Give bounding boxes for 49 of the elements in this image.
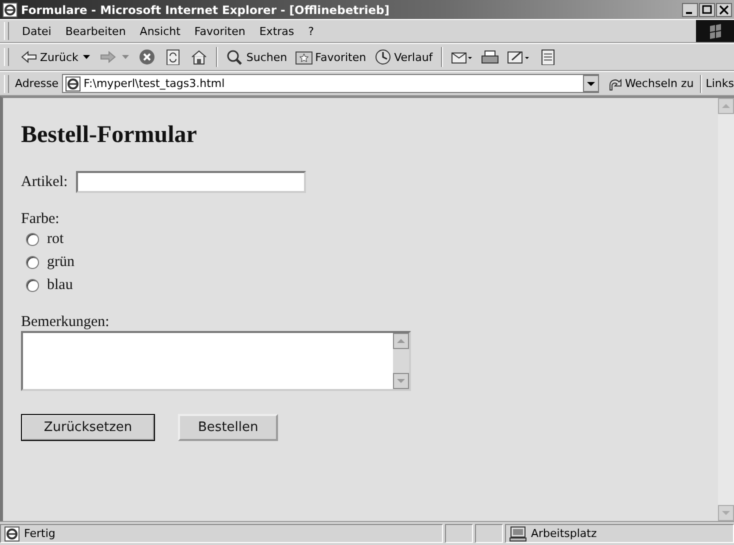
page-heading: Bestell-Formular xyxy=(21,122,198,149)
form-button[interactable]: Bestellen xyxy=(178,414,278,441)
menu-item[interactable]: ? xyxy=(301,24,321,38)
links-button[interactable]: Links xyxy=(706,77,734,90)
radio-button[interactable] xyxy=(26,256,39,269)
menu-item[interactable]: Bearbeiten xyxy=(58,24,133,38)
clock-icon xyxy=(374,49,392,65)
menu-item[interactable]: Extras xyxy=(252,24,302,38)
status-panel xyxy=(445,524,473,543)
refresh-icon[interactable] xyxy=(164,49,182,65)
field-label: Artikel: xyxy=(21,174,68,190)
toolbar-button[interactable]: Zurück xyxy=(17,49,82,65)
maximize-button[interactable] xyxy=(699,2,715,16)
text-area[interactable] xyxy=(21,331,411,391)
status-panel xyxy=(475,524,503,543)
home-icon[interactable] xyxy=(190,49,208,65)
menu-item[interactable]: Favoriten xyxy=(187,24,252,38)
radio-button[interactable] xyxy=(26,279,39,292)
go-button[interactable]: Wechseln zu xyxy=(606,76,694,92)
menu-item[interactable]: Ansicht xyxy=(132,24,188,38)
document-icon[interactable] xyxy=(538,49,557,65)
toolbar-button[interactable]: Favoriten xyxy=(292,49,370,65)
page-icon xyxy=(4,526,20,542)
radio-label: grün xyxy=(47,254,74,271)
radio-button[interactable] xyxy=(26,233,39,246)
stop-icon[interactable] xyxy=(138,49,156,65)
toolbar-button[interactable]: Verlauf xyxy=(371,49,436,65)
field-label: Farbe: xyxy=(21,211,60,228)
menu-item[interactable]: Datei xyxy=(15,24,58,38)
printer-icon[interactable] xyxy=(480,49,499,65)
address-field[interactable]: F:\myperl\test_tags3.html xyxy=(62,74,599,93)
status-text: Fertig xyxy=(24,527,56,540)
close-button[interactable] xyxy=(716,2,732,16)
notepad-icon[interactable] xyxy=(506,49,531,65)
radio-label: blau xyxy=(47,277,73,294)
input-field[interactable] xyxy=(76,171,306,193)
window-title: Formulare - Microsoft Internet Explorer - [Offlinebetrieb] xyxy=(21,2,391,16)
back-arrow-icon xyxy=(20,49,38,65)
page-icon xyxy=(64,76,81,92)
form-button[interactable]: Zurücksetzen xyxy=(21,414,155,441)
address-label: Adresse xyxy=(14,77,59,90)
minimize-button[interactable] xyxy=(682,2,698,16)
toolbar-button[interactable]: Suchen xyxy=(223,49,290,65)
radio-label: rot xyxy=(47,231,64,248)
field-label: Bemerkungen: xyxy=(21,314,110,331)
status-zone: Arbeitsplatz xyxy=(531,527,597,540)
dropdown-button[interactable] xyxy=(582,75,599,92)
dropdown-arrow-icon[interactable] xyxy=(83,55,90,59)
search-icon xyxy=(226,49,244,65)
